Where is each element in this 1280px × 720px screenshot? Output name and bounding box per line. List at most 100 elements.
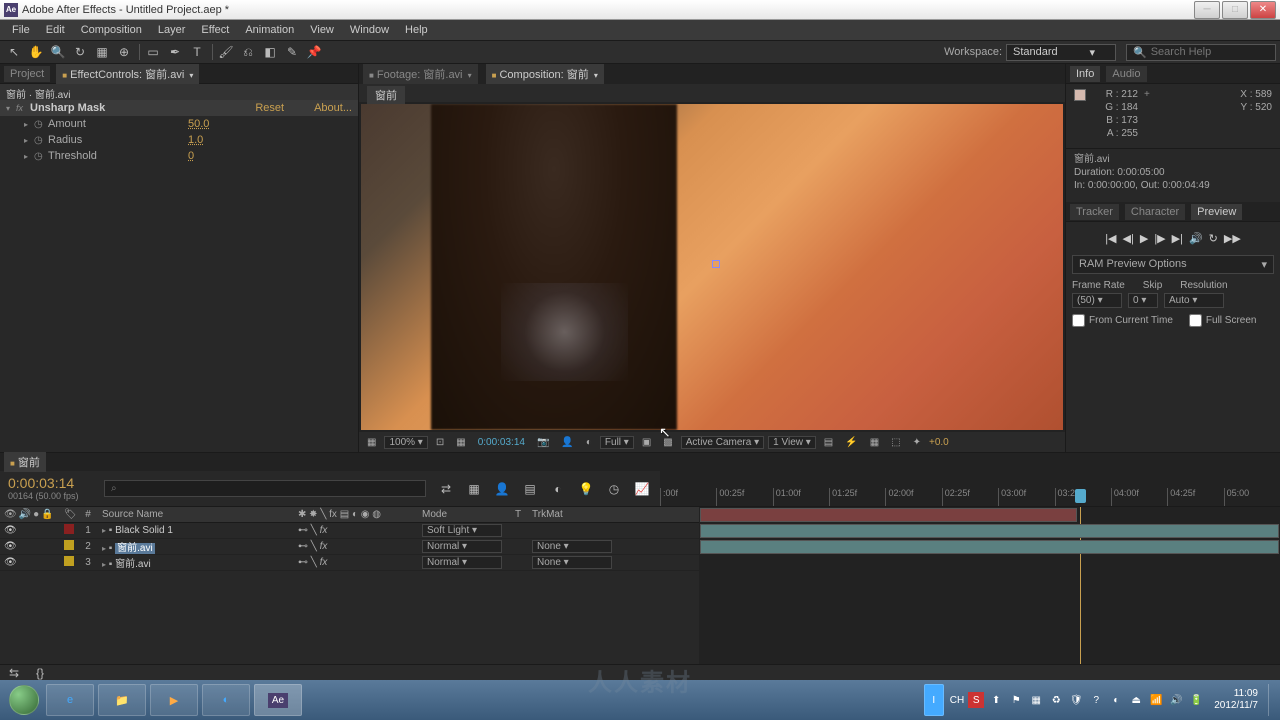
col-source-name[interactable]: Source Name bbox=[98, 509, 298, 520]
tray-ime[interactable]: I bbox=[924, 684, 944, 716]
prev-frame-icon[interactable]: ◀| bbox=[1123, 232, 1134, 245]
taskbar-sogou[interactable]: ◐ bbox=[202, 684, 250, 716]
eraser-tool-icon[interactable]: ◧ bbox=[260, 43, 280, 61]
blend-mode-select[interactable]: Normal ▾ bbox=[422, 540, 502, 553]
timeline-tab[interactable]: ■ 窗前 bbox=[4, 452, 46, 472]
pixel-aspect-icon[interactable]: ▤ bbox=[820, 436, 837, 449]
effect-about-link[interactable]: About... bbox=[314, 102, 352, 114]
comp-mini-flowchart-icon[interactable]: ⇄ bbox=[436, 480, 456, 498]
trkmat-select[interactable]: None ▾ bbox=[532, 556, 612, 569]
video-col-icon[interactable]: 👁 bbox=[4, 509, 17, 520]
toggle-switches-icon[interactable]: ⇆ bbox=[4, 664, 24, 682]
lang-indicator[interactable]: CH bbox=[950, 695, 964, 706]
puppet-tool-icon[interactable]: 📌 bbox=[304, 43, 324, 61]
effect-reset-link[interactable]: Reset bbox=[255, 102, 284, 114]
tab-composition[interactable]: ■ Composition: 窗前 ▾ bbox=[486, 64, 604, 84]
full-screen-checkbox[interactable]: Full Screen bbox=[1189, 314, 1257, 327]
roto-tool-icon[interactable]: ✎ bbox=[282, 43, 302, 61]
exposure-value[interactable]: +0.0 bbox=[929, 437, 949, 448]
taskbar-explorer[interactable]: 📁 bbox=[98, 684, 146, 716]
breadcrumb-item[interactable]: 窗前 bbox=[367, 86, 405, 104]
taskbar-ie[interactable]: e bbox=[46, 684, 94, 716]
trkmat-select[interactable]: None ▾ bbox=[532, 540, 612, 553]
autokeyframe-icon[interactable]: ◷ bbox=[604, 480, 624, 498]
tab-audio[interactable]: Audio bbox=[1106, 66, 1146, 82]
timeline-tracks[interactable] bbox=[699, 507, 1280, 664]
shy-switch[interactable]: ⊷ bbox=[298, 541, 308, 552]
twirl-right-icon[interactable]: ▸ bbox=[24, 152, 34, 161]
stopwatch-icon[interactable]: ◷ bbox=[34, 135, 48, 146]
fx-badge-icon[interactable]: fx bbox=[16, 103, 30, 113]
graph-editor-icon[interactable]: 📈 bbox=[632, 480, 652, 498]
chevron-down-icon[interactable]: ▾ bbox=[468, 71, 472, 80]
view-layout-select[interactable]: 1 View ▾ bbox=[768, 436, 816, 449]
label-col-icon[interactable]: 🏷 bbox=[64, 509, 78, 520]
next-frame-icon[interactable]: |▶ bbox=[1154, 232, 1165, 245]
last-frame-icon[interactable]: ▶| bbox=[1172, 232, 1183, 245]
start-button[interactable] bbox=[4, 684, 44, 716]
snapshot-icon[interactable]: 📷 bbox=[533, 436, 553, 449]
tray-icon[interactable]: ♻ bbox=[1048, 692, 1064, 708]
panbehind-tool-icon[interactable]: ⊕ bbox=[114, 43, 134, 61]
layer-duration-bar[interactable] bbox=[700, 540, 1279, 554]
twirl-right-icon[interactable]: ▸ bbox=[24, 120, 34, 129]
chevron-down-icon[interactable]: ▾ bbox=[189, 71, 193, 80]
menu-layer[interactable]: Layer bbox=[150, 22, 194, 38]
resolution-select[interactable]: Full ▾ bbox=[600, 436, 634, 449]
always-preview-icon[interactable]: ▦ bbox=[363, 436, 380, 449]
tab-effect-controls[interactable]: ■ EffectControls: 窗前.avi ▾ bbox=[56, 64, 199, 84]
ram-preview-options[interactable]: RAM Preview Options▾ bbox=[1072, 255, 1274, 274]
preview-resolution-select[interactable]: Auto ▾ bbox=[1164, 293, 1224, 308]
prop-value[interactable]: 1.0 bbox=[188, 134, 203, 146]
eye-icon[interactable]: 👁 bbox=[4, 525, 17, 536]
taskbar-aftereffects[interactable]: Ae bbox=[254, 684, 302, 716]
taskbar-mediaplayer[interactable]: ▶ bbox=[150, 684, 198, 716]
roi-toggle-icon[interactable]: ▣ bbox=[638, 436, 655, 449]
quality-switch[interactable]: ╲ bbox=[311, 541, 317, 552]
timeline-layer-row[interactable]: 👁 3 ▸ ▪ 窗前.avi ⊷ ╲ fx Normal ▾ None ▾ bbox=[0, 555, 699, 571]
brush-tool-icon[interactable]: 🖌 bbox=[216, 43, 236, 61]
flowchart-icon[interactable]: ⬚ bbox=[887, 436, 904, 449]
tray-icon[interactable]: ▦ bbox=[1028, 692, 1044, 708]
stopwatch-icon[interactable]: ◷ bbox=[34, 151, 48, 162]
roi-icon[interactable]: ⊡ bbox=[432, 436, 448, 449]
tab-info[interactable]: Info bbox=[1070, 66, 1100, 82]
rectangle-tool-icon[interactable]: ▭ bbox=[143, 43, 163, 61]
fx-switch[interactable]: fx bbox=[320, 557, 328, 568]
quality-switch[interactable]: ╲ bbox=[311, 557, 317, 568]
fx-switch[interactable]: fx bbox=[320, 541, 328, 552]
menu-help[interactable]: Help bbox=[397, 22, 436, 38]
tab-tracker[interactable]: Tracker bbox=[1070, 204, 1119, 220]
timeline-layer-row[interactable]: 👁 1 ▸ ▪ Black Solid 1 ⊷ ╲ fx Soft Light … bbox=[0, 523, 699, 539]
menu-view[interactable]: View bbox=[302, 22, 342, 38]
tray-volume-icon[interactable]: 🔊 bbox=[1168, 692, 1184, 708]
twirl-right-icon[interactable]: ▸ bbox=[24, 136, 34, 145]
tray-icon[interactable]: ? bbox=[1088, 692, 1104, 708]
fast-preview-icon[interactable]: ⚡ bbox=[841, 436, 861, 449]
tray-icon[interactable]: ⏏ bbox=[1128, 692, 1144, 708]
selection-tool-icon[interactable]: ↖ bbox=[4, 43, 24, 61]
text-tool-icon[interactable]: T bbox=[187, 43, 207, 61]
twirl-right-icon[interactable]: ▸ bbox=[102, 560, 106, 569]
channel-icon[interactable]: ◐ bbox=[582, 436, 596, 449]
label-color[interactable] bbox=[64, 524, 74, 534]
twirl-right-icon[interactable]: ▸ bbox=[102, 526, 106, 535]
timeline-layer-row[interactable]: 👁 2 ▸ ▪ 窗前.avi ⊷ ╲ fx Normal ▾ None ▾ bbox=[0, 539, 699, 555]
timeline-current-time[interactable]: 0:00:03:14 bbox=[8, 475, 92, 491]
composition-viewer[interactable] bbox=[361, 104, 1063, 430]
expand-icon[interactable]: {} bbox=[30, 664, 50, 682]
transparency-icon[interactable]: ▩ bbox=[659, 436, 676, 449]
clone-tool-icon[interactable]: ⎌ bbox=[238, 43, 258, 61]
motionblur-icon[interactable]: ◐ bbox=[548, 480, 568, 498]
loop-icon[interactable]: ↻ bbox=[1209, 232, 1218, 245]
close-button[interactable]: ✕ bbox=[1250, 1, 1276, 19]
show-snapshot-icon[interactable]: 👤 bbox=[557, 436, 577, 449]
timeline-ruler[interactable]: :00f00:25f01:00f01:25f02:00f02:25f03:00f… bbox=[660, 471, 1280, 506]
solo-col-icon[interactable]: ● bbox=[33, 509, 39, 520]
pen-tool-icon[interactable]: ✒ bbox=[165, 43, 185, 61]
maximize-button[interactable]: □ bbox=[1222, 1, 1248, 19]
grid-icon[interactable]: ▦ bbox=[452, 436, 469, 449]
prop-value[interactable]: 0 bbox=[188, 150, 194, 162]
tab-preview[interactable]: Preview bbox=[1191, 204, 1242, 220]
layer-name[interactable]: 窗前.avi bbox=[115, 543, 155, 554]
